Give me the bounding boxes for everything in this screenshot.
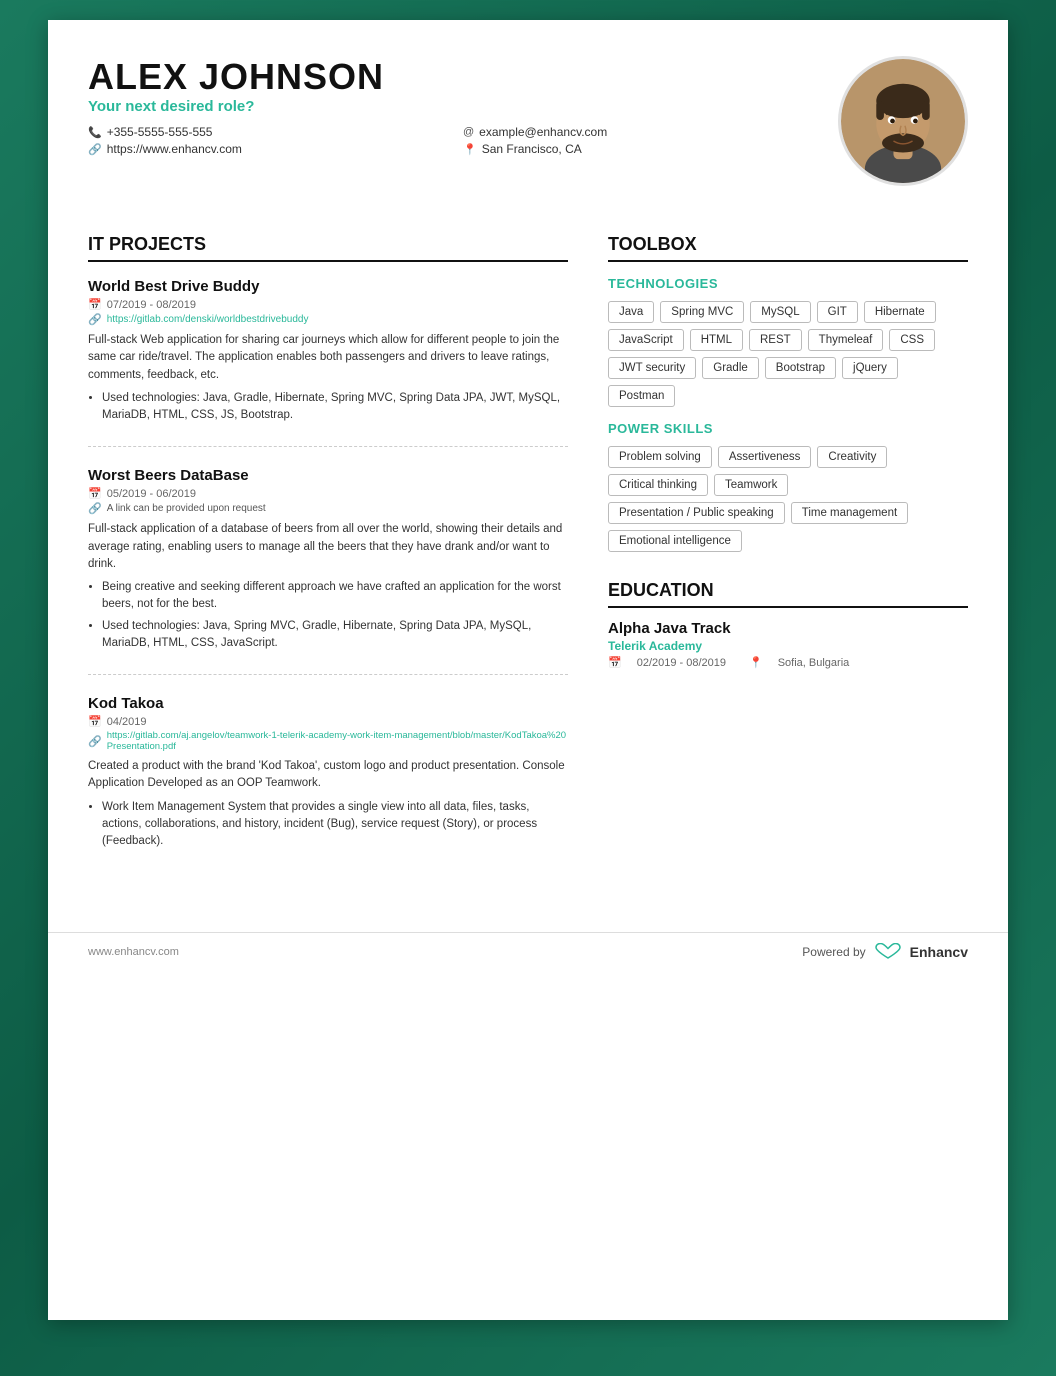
bullet-item: Work Item Management System that provide… bbox=[102, 799, 568, 851]
tag-jwt: JWT security bbox=[608, 357, 696, 379]
project-description: Full-stack application of a database of … bbox=[88, 521, 568, 573]
tag-rest: REST bbox=[749, 329, 802, 351]
tag-java: Java bbox=[608, 301, 654, 323]
left-column: IT PROJECTS World Best Drive Buddy 📅 07/… bbox=[88, 206, 608, 892]
education-title: EDUCATION bbox=[608, 580, 968, 608]
header-left: ALEX JOHNSON Your next desired role? 📞 +… bbox=[88, 56, 818, 156]
tag-hibernate: Hibernate bbox=[864, 301, 936, 323]
link-icon: 🔗 bbox=[88, 735, 102, 748]
tag-assertiveness: Assertiveness bbox=[718, 446, 812, 468]
header: ALEX JOHNSON Your next desired role? 📞 +… bbox=[48, 20, 1008, 206]
project-description: Created a product with the brand 'Kod Ta… bbox=[88, 758, 568, 793]
candidate-name: ALEX JOHNSON bbox=[88, 56, 818, 98]
project-item: Kod Takoa 📅 04/2019 🔗 https://gitlab.com… bbox=[88, 695, 568, 872]
tag-critical-thinking: Critical thinking bbox=[608, 474, 708, 496]
toolbox-title: TOOLBOX bbox=[608, 234, 968, 262]
tag-css: CSS bbox=[889, 329, 935, 351]
tag-bootstrap: Bootstrap bbox=[765, 357, 836, 379]
project-description: Full-stack Web application for sharing c… bbox=[88, 332, 568, 384]
tag-mysql: MySQL bbox=[750, 301, 810, 323]
project-item: World Best Drive Buddy 📅 07/2019 - 08/20… bbox=[88, 278, 568, 447]
contact-grid: 📞 +355-5555-555-555 @ example@enhancv.co… bbox=[88, 125, 818, 156]
project-link: 🔗 A link can be provided upon request bbox=[88, 502, 568, 515]
candidate-role: Your next desired role? bbox=[88, 98, 818, 115]
bullet-item: Being creative and seeking different app… bbox=[102, 579, 568, 614]
contact-phone: 📞 +355-5555-555-555 bbox=[88, 125, 443, 139]
email-icon: @ bbox=[463, 126, 474, 138]
project-bullets: Used technologies: Java, Gradle, Hiberna… bbox=[88, 390, 568, 425]
footer-brand: Powered by Enhancv bbox=[802, 943, 968, 961]
tag-creativity: Creativity bbox=[817, 446, 887, 468]
tag-time-management: Time management bbox=[791, 502, 908, 524]
tag-teamwork: Teamwork bbox=[714, 474, 788, 496]
project-date: 📅 05/2019 - 06/2019 bbox=[88, 487, 568, 500]
school-name: Telerik Academy bbox=[608, 639, 968, 653]
link-icon: 🔗 bbox=[88, 313, 102, 326]
tag-gradle: Gradle bbox=[702, 357, 759, 379]
tag-problem-solving: Problem solving bbox=[608, 446, 712, 468]
location-icon: 📍 bbox=[463, 143, 477, 156]
calendar-icon: 📅 bbox=[88, 487, 102, 500]
project-bullets: Being creative and seeking different app… bbox=[88, 579, 568, 652]
power-skills-tags: Problem solving Assertiveness Creativity… bbox=[608, 446, 968, 552]
tag-postman: Postman bbox=[608, 385, 675, 407]
contact-email: @ example@enhancv.com bbox=[463, 125, 818, 139]
contact-location: 📍 San Francisco, CA bbox=[463, 142, 818, 156]
right-column: TOOLBOX TECHNOLOGIES Java Spring MVC MyS… bbox=[608, 206, 968, 892]
degree-title: Alpha Java Track bbox=[608, 620, 968, 637]
technologies-tags: Java Spring MVC MySQL GIT Hibernate Java… bbox=[608, 301, 968, 407]
tag-presentation: Presentation / Public speaking bbox=[608, 502, 785, 524]
education-meta: 📅 02/2019 - 08/2019 📍 Sofia, Bulgaria bbox=[608, 656, 968, 669]
tag-emotional-intelligence: Emotional intelligence bbox=[608, 530, 742, 552]
project-bullets: Work Item Management System that provide… bbox=[88, 799, 568, 851]
power-skills-subtitle: POWER SKILLS bbox=[608, 421, 968, 436]
main-content: IT PROJECTS World Best Drive Buddy 📅 07/… bbox=[48, 206, 1008, 932]
brand-name: Enhancv bbox=[910, 944, 968, 960]
bullet-item: Used technologies: Java, Gradle, Hiberna… bbox=[102, 390, 568, 425]
location-icon: 📍 bbox=[749, 656, 763, 669]
project-title: Worst Beers DataBase bbox=[88, 467, 568, 484]
tag-javascript: JavaScript bbox=[608, 329, 684, 351]
project-item: Worst Beers DataBase 📅 05/2019 - 06/2019… bbox=[88, 467, 568, 675]
footer-website: www.enhancv.com bbox=[88, 946, 179, 958]
link-icon: 🔗 bbox=[88, 143, 102, 156]
enhancv-heart-icon bbox=[874, 943, 902, 961]
tag-thymeleaf: Thymeleaf bbox=[808, 329, 884, 351]
project-title: Kod Takoa bbox=[88, 695, 568, 712]
project-date: 📅 04/2019 bbox=[88, 715, 568, 728]
link-icon: 🔗 bbox=[88, 502, 102, 515]
contact-website: 🔗 https://www.enhancv.com bbox=[88, 142, 443, 156]
calendar-icon: 📅 bbox=[88, 298, 102, 311]
it-projects-title: IT PROJECTS bbox=[88, 234, 568, 262]
phone-icon: 📞 bbox=[88, 126, 102, 139]
calendar-icon: 📅 bbox=[88, 715, 102, 728]
avatar bbox=[838, 56, 968, 186]
tag-html: HTML bbox=[690, 329, 743, 351]
tag-jquery: jQuery bbox=[842, 357, 898, 379]
avatar-image bbox=[841, 56, 965, 186]
project-link: 🔗 https://gitlab.com/denski/worldbestdri… bbox=[88, 313, 568, 326]
footer: www.enhancv.com Powered by Enhancv bbox=[48, 932, 1008, 971]
project-title: World Best Drive Buddy bbox=[88, 278, 568, 295]
project-link: 🔗 https://gitlab.com/aj.angelov/teamwork… bbox=[88, 730, 568, 752]
bullet-item: Used technologies: Java, Spring MVC, Gra… bbox=[102, 618, 568, 653]
technologies-subtitle: TECHNOLOGIES bbox=[608, 276, 968, 291]
tag-spring-mvc: Spring MVC bbox=[660, 301, 744, 323]
project-date: 📅 07/2019 - 08/2019 bbox=[88, 298, 568, 311]
calendar-icon: 📅 bbox=[608, 656, 622, 669]
resume-page: ALEX JOHNSON Your next desired role? 📞 +… bbox=[48, 20, 1008, 1320]
tag-git: GIT bbox=[817, 301, 858, 323]
